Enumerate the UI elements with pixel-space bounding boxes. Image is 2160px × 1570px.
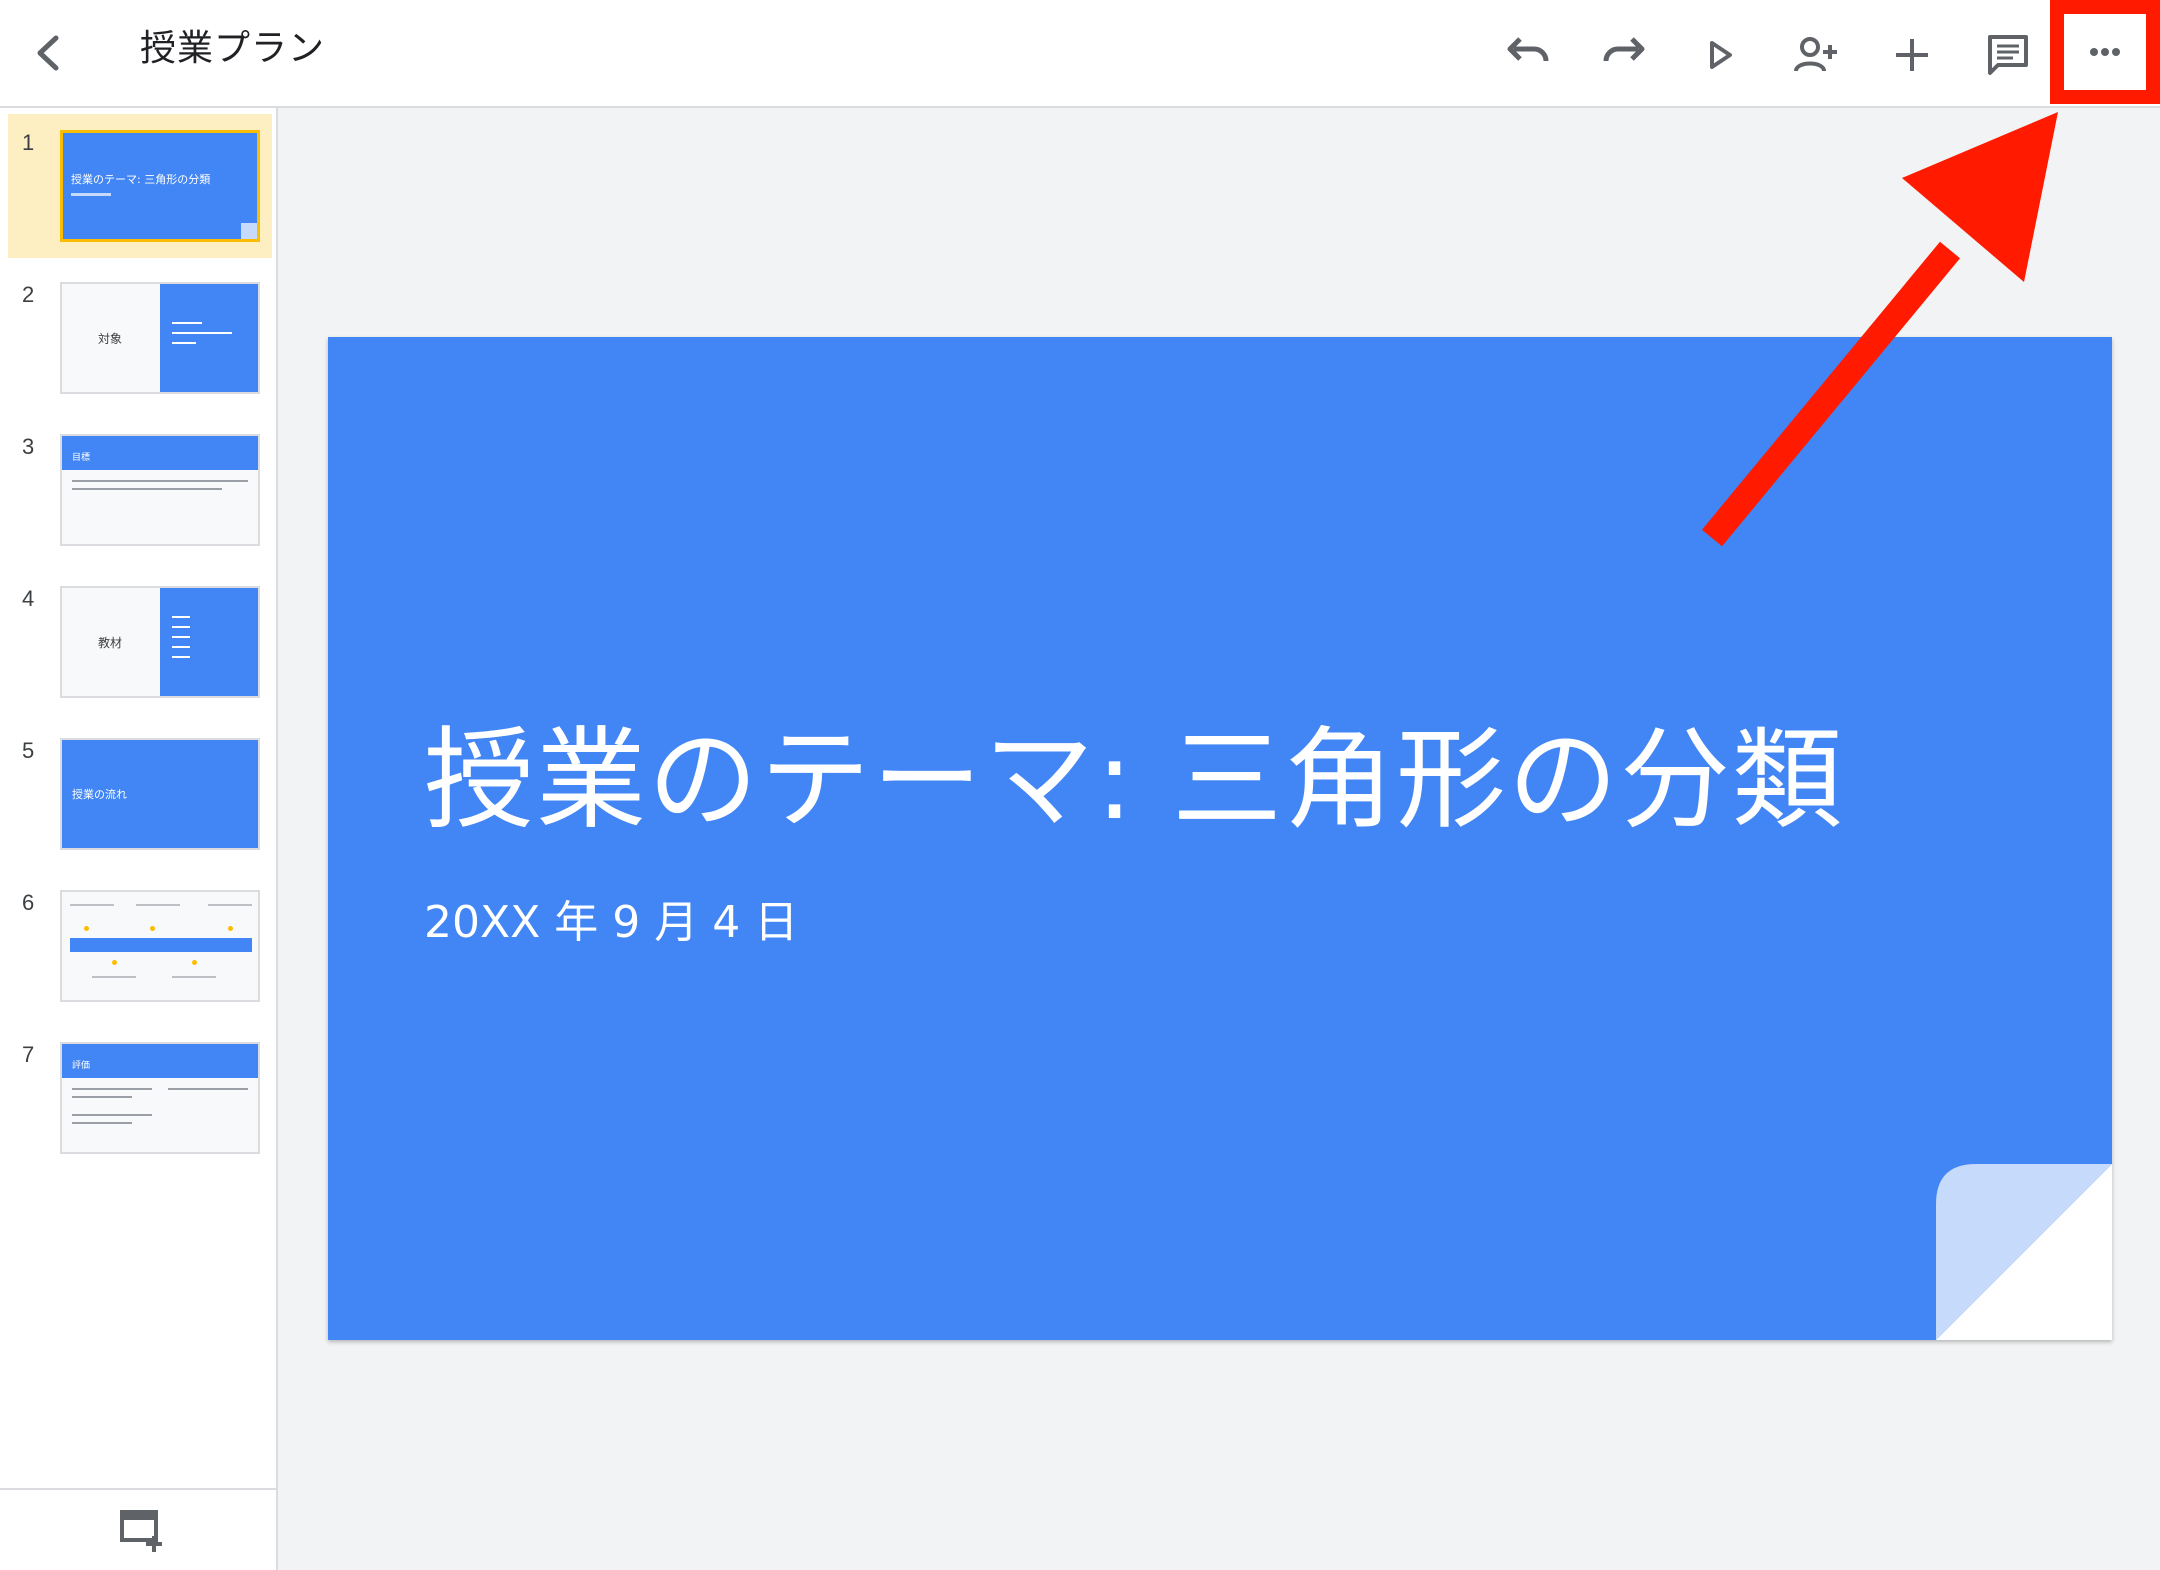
page-curl-decoration [1936,1164,2112,1340]
slide-number: 5 [22,738,35,763]
undo-icon[interactable] [1492,19,1564,91]
thumb-title: 授業の流れ [72,788,127,801]
thumb-title: 目標 [72,453,91,463]
slide-number: 3 [22,434,35,459]
new-slide-icon[interactable] [116,1504,168,1556]
back-arrow-icon[interactable] [22,20,78,86]
slide-filmstrip: 1 授業のテーマ: 三角形の分類 2 対象 3 目標 4 教材 5 授業の流れ … [0,108,278,1570]
slide-preview: 授業の流れ [60,738,260,850]
thumb-title: 評価 [72,1061,91,1071]
slide-number: 1 [22,130,35,155]
slide-thumbnail-5[interactable]: 5 授業の流れ [8,722,272,866]
slide-number: 4 [22,586,35,611]
play-icon[interactable] [1684,19,1756,91]
thumb-timeline [70,938,252,952]
slide-canvas[interactable]: 授業のテーマ: 三角形の分類 20XX 年 9 月 4 日 [328,337,2112,1340]
slide-title[interactable]: 授業のテーマ: 三角形の分類 [424,715,1844,845]
slide-thumbnail-6[interactable]: 6 [8,874,272,1018]
add-person-icon[interactable] [1780,19,1852,91]
filmstrip-footer [0,1488,276,1570]
thumb-page-curl [241,223,257,239]
thumb-subtitle-line [71,193,111,196]
top-toolbar: 授業プラン [0,0,2160,108]
slide-preview [60,890,260,1002]
thumb-title: 授業のテーマ: 三角形の分類 [71,173,211,186]
slide-preview: 授業のテーマ: 三角形の分類 [60,130,260,242]
plus-icon[interactable] [1876,19,1948,91]
comment-icon[interactable] [1972,19,2044,91]
slide-thumbnail-4[interactable]: 4 教材 [8,570,272,714]
slide-subtitle[interactable]: 20XX 年 9 月 4 日 [424,893,798,953]
slide-preview: 目標 [60,434,260,546]
slide-thumbnail-3[interactable]: 3 目標 [8,418,272,562]
slide-number: 2 [22,282,35,307]
document-title[interactable]: 授業プラン [140,24,325,74]
more-options-highlight [2050,0,2160,104]
slide-number: 7 [22,1042,35,1067]
more-icon[interactable] [2064,14,2146,90]
slide-number: 6 [22,890,35,915]
thumb-blue-panel [160,284,258,392]
slide-preview: 評価 [60,1042,260,1154]
slide-preview: 教材 [60,586,260,698]
slide-preview: 対象 [60,282,260,394]
redo-icon[interactable] [1588,19,1660,91]
slide-thumbnail-2[interactable]: 2 対象 [8,266,272,410]
slide-thumbnail-7[interactable]: 7 評価 [8,1026,272,1170]
thumb-title: 教材 [98,636,123,650]
thumb-title: 対象 [98,332,123,346]
slide-thumbnail-1[interactable]: 1 授業のテーマ: 三角形の分類 [8,114,272,258]
